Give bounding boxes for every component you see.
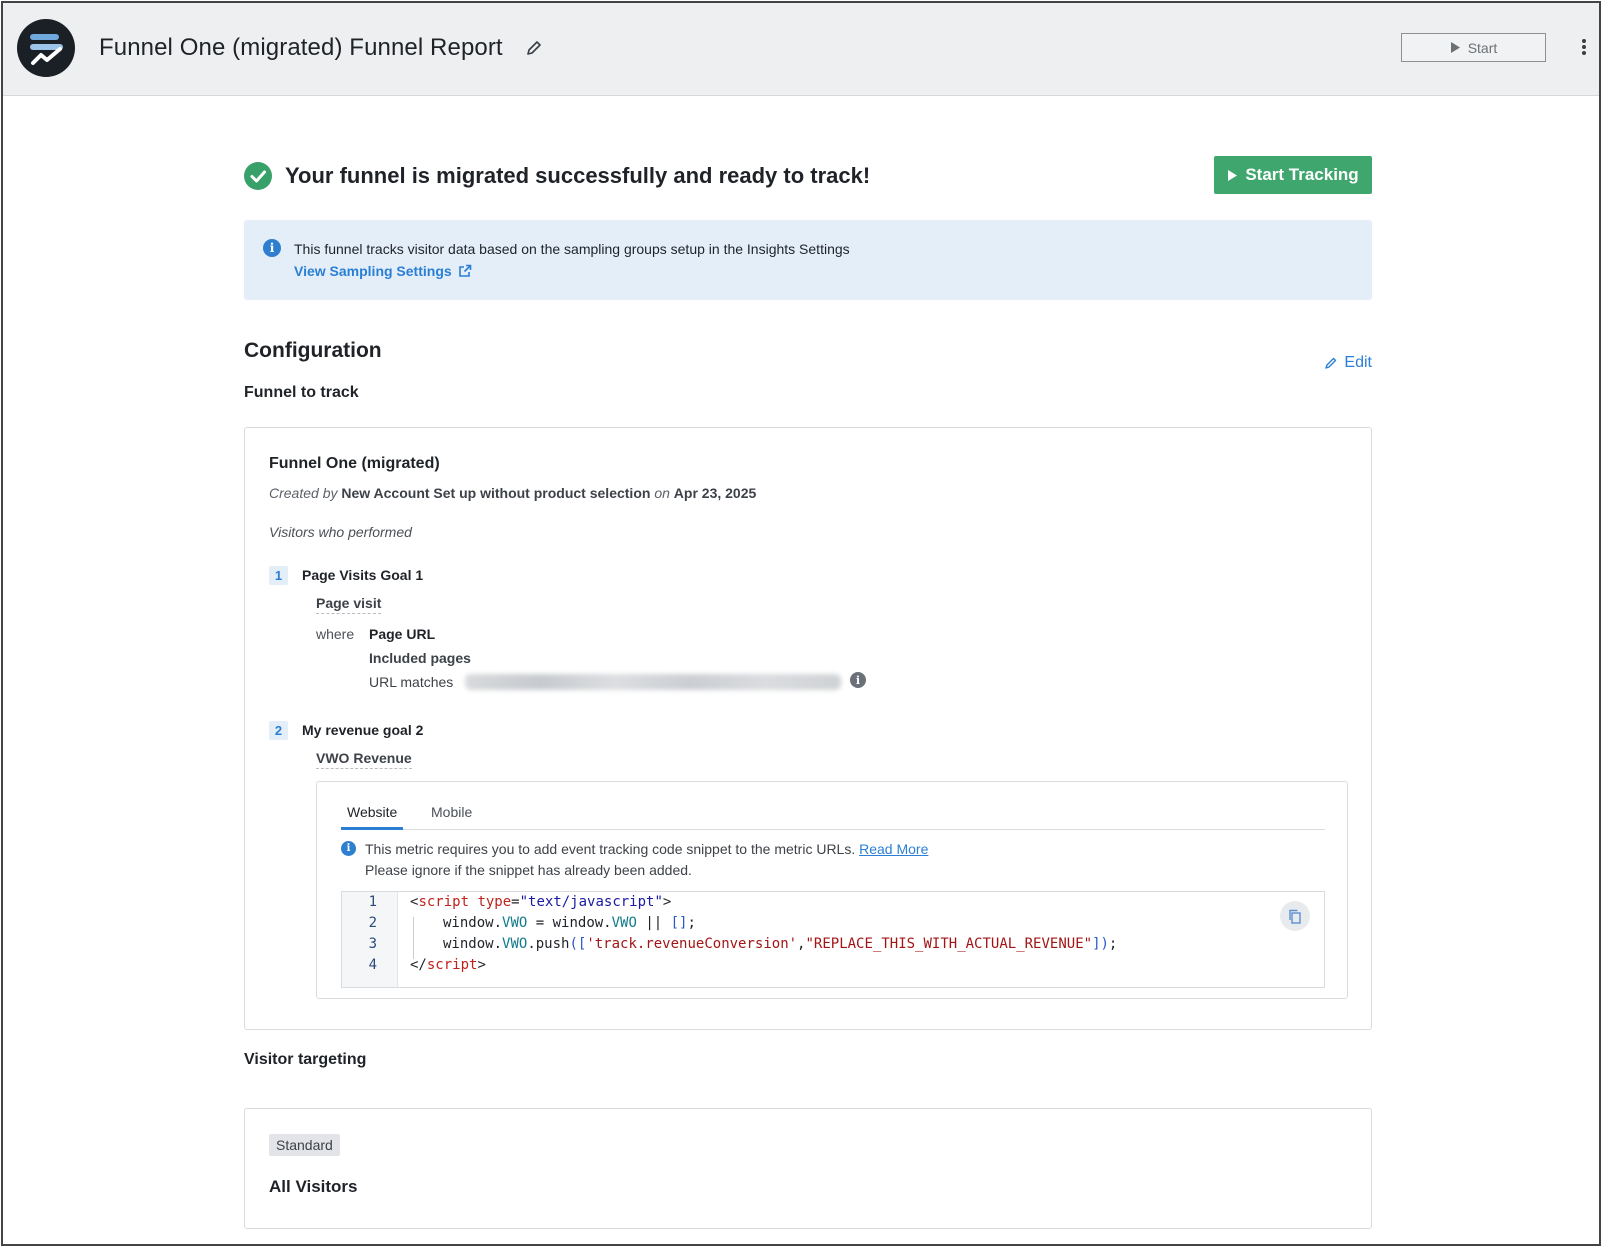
play-icon bbox=[1228, 169, 1238, 181]
play-icon bbox=[1450, 42, 1460, 53]
code-line: </script> bbox=[410, 957, 486, 973]
metric-note-text: This metric requires you to add event tr… bbox=[365, 841, 856, 857]
visitors-performed-label: Visitors who performed bbox=[269, 524, 412, 540]
edit-label: Edit bbox=[1344, 354, 1372, 371]
check-circle-icon bbox=[244, 162, 272, 190]
condition-key: Page URL bbox=[369, 626, 436, 642]
edit-configuration-link[interactable]: Edit bbox=[1324, 354, 1372, 372]
code-token: window. bbox=[443, 936, 503, 952]
copy-icon[interactable] bbox=[1280, 901, 1310, 931]
code-token: ; bbox=[1108, 936, 1118, 952]
view-sampling-settings-link[interactable]: View Sampling Settings bbox=[294, 263, 472, 279]
condition-rule: URL matches bbox=[369, 674, 454, 690]
standard-badge: Standard bbox=[269, 1134, 340, 1156]
step-type[interactable]: Page visit bbox=[316, 595, 382, 614]
info-icon: i bbox=[263, 239, 281, 257]
app-window: Funnel One (migrated) Funnel Report Star… bbox=[1, 1, 1601, 1246]
funnel-card: Funnel One (migrated) Created by New Acc… bbox=[244, 427, 1372, 1030]
start-button-label: Start bbox=[1467, 39, 1498, 56]
top-bar: Funnel One (migrated) Funnel Report Star… bbox=[3, 3, 1599, 96]
code-token: "REPLACE_THIS_WITH_ACTUAL_REVENUE" bbox=[805, 936, 1093, 952]
line-number: 4 bbox=[368, 957, 377, 973]
created-by-line: Created by New Account Set up without pr… bbox=[269, 485, 756, 501]
line-number: 1 bbox=[368, 894, 377, 910]
step-number: 1 bbox=[269, 566, 288, 585]
code-token: = bbox=[511, 894, 520, 910]
step-type[interactable]: VWO Revenue bbox=[316, 750, 412, 769]
external-link-icon bbox=[458, 264, 471, 277]
code-token: > bbox=[662, 894, 672, 910]
page-title: Funnel One (migrated) Funnel Report bbox=[99, 34, 503, 61]
metric-note: This metric requires you to add event tr… bbox=[365, 841, 928, 857]
step-number: 2 bbox=[269, 721, 288, 740]
created-by-prefix: Created by bbox=[269, 485, 338, 501]
success-row: Your funnel is migrated successfully and… bbox=[244, 156, 1372, 196]
sampling-info-banner: i This funnel tracks visitor data based … bbox=[244, 220, 1372, 300]
kebab-menu-icon[interactable] bbox=[1577, 35, 1591, 59]
code-token: = window. bbox=[527, 915, 612, 931]
line-number: 3 bbox=[368, 936, 377, 952]
code-token: ([ bbox=[569, 936, 587, 952]
code-snippet-card: Website Mobile i This metric requires yo… bbox=[316, 781, 1348, 999]
indent-guide bbox=[413, 917, 414, 959]
redacted-url bbox=[465, 674, 841, 690]
code-editor[interactable]: 1 2 3 4 <script type="text/javascript"> … bbox=[341, 891, 1325, 988]
code-line: <script type="text/javascript"> bbox=[410, 894, 671, 910]
code-token: ; bbox=[687, 915, 696, 931]
code-token: VWO bbox=[611, 915, 637, 931]
condition-sub: Included pages bbox=[369, 650, 471, 666]
configuration-heading: Configuration bbox=[244, 339, 382, 362]
code-token: || bbox=[636, 915, 671, 931]
view-sampling-settings-label: View Sampling Settings bbox=[294, 263, 452, 279]
read-more-link[interactable]: Read More bbox=[859, 841, 928, 857]
visitor-targeting-card: Standard All Visitors bbox=[244, 1108, 1372, 1229]
code-token: window. bbox=[443, 915, 503, 931]
funnel-to-track-label: Funnel to track bbox=[244, 384, 359, 401]
code-line: window.VWO.push(['track.revenueConversio… bbox=[443, 936, 1117, 952]
code-token: </ bbox=[410, 957, 427, 973]
info-icon[interactable]: i bbox=[850, 672, 866, 688]
code-token: "text/javascript" bbox=[519, 894, 663, 910]
line-number-gutter: 1 2 3 4 bbox=[342, 892, 398, 987]
audience-label: All Visitors bbox=[269, 1177, 358, 1196]
step-name: My revenue goal 2 bbox=[302, 722, 424, 738]
code-token: ]) bbox=[1092, 936, 1109, 952]
start-tracking-label: Start Tracking bbox=[1245, 165, 1359, 184]
platform-tabs: Website Mobile bbox=[341, 798, 1325, 830]
visitor-targeting-label: Visitor targeting bbox=[244, 1051, 367, 1068]
info-icon: i bbox=[341, 841, 356, 856]
code-token: type bbox=[477, 894, 512, 910]
where-label: where bbox=[316, 626, 355, 642]
pencil-icon bbox=[1325, 357, 1337, 369]
start-button[interactable]: Start bbox=[1401, 33, 1546, 62]
pencil-icon[interactable] bbox=[524, 38, 544, 58]
code-line: window.VWO = window.VWO || []; bbox=[443, 915, 696, 931]
code-token: script bbox=[418, 894, 470, 910]
ignore-note: Please ignore if the snippet has already… bbox=[365, 862, 692, 878]
code-token: VWO bbox=[502, 915, 528, 931]
created-date: Apr 23, 2025 bbox=[673, 485, 757, 501]
code-token: .push bbox=[527, 936, 570, 952]
banner-text: This funnel tracks visitor data based on… bbox=[294, 241, 850, 257]
step-name: Page Visits Goal 1 bbox=[302, 567, 424, 583]
code-token: [] bbox=[670, 915, 688, 931]
success-message: Your funnel is migrated successfully and… bbox=[285, 163, 871, 188]
code-token: VWO bbox=[502, 936, 528, 952]
creator-name: New Account Set up without product selec… bbox=[341, 485, 651, 501]
tab-website[interactable]: Website bbox=[341, 804, 404, 830]
start-tracking-button[interactable]: Start Tracking bbox=[1214, 156, 1372, 194]
tab-mobile[interactable]: Mobile bbox=[431, 804, 472, 830]
code-token: 'track.revenueConversion' bbox=[586, 936, 798, 952]
code-token: > bbox=[477, 957, 486, 973]
on-word: on bbox=[654, 485, 670, 501]
code-token: script bbox=[426, 957, 478, 973]
app-logo[interactable] bbox=[17, 19, 75, 77]
line-number: 2 bbox=[368, 915, 377, 931]
funnel-name: Funnel One (migrated) bbox=[269, 455, 440, 472]
